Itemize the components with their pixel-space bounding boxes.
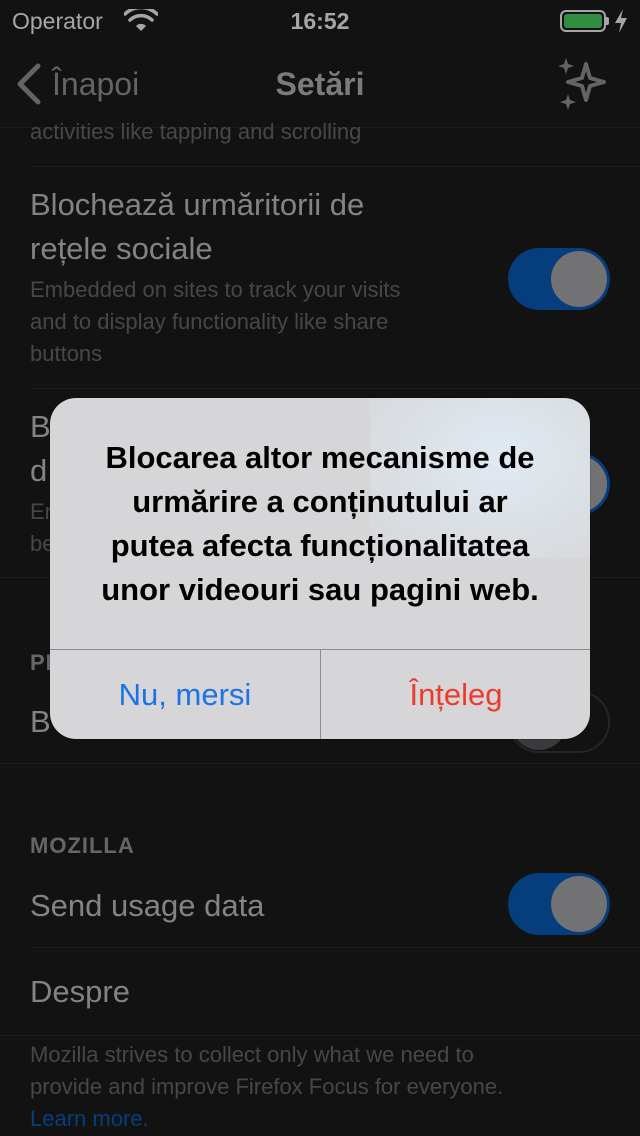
settings-screen: Operator 16:52 Înapoi Setări activities … (0, 0, 640, 1136)
cancel-button[interactable]: Nu, mersi (50, 650, 320, 739)
alert-message: Blocarea altor mecanisme de urmărire a c… (74, 436, 566, 612)
alert-message-line4: unor videouri sau pagini web. (101, 572, 539, 607)
alert-dialog: Blocarea altor mecanisme de urmărire a c… (50, 398, 590, 739)
alert-message-line2: urmărire a conținutului ar (132, 484, 508, 519)
confirm-button[interactable]: Înțeleg (321, 650, 590, 739)
alert-message-line3: putea afecta funcționalitatea (110, 528, 530, 563)
alert-message-line1: Blocarea altor mecanisme de (105, 440, 535, 475)
